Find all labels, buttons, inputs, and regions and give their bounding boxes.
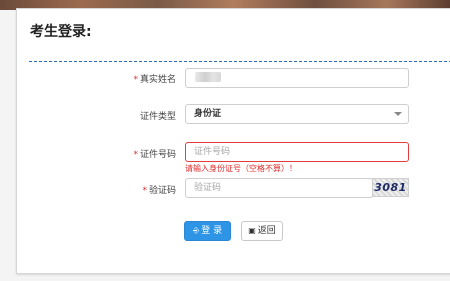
name-value-redacted <box>195 72 221 82</box>
id-number-label: * 证件号码 <box>133 147 176 160</box>
login-button-label: 登 录 <box>201 226 223 236</box>
captcha-input[interactable] <box>185 178 373 198</box>
id-type-label: 证件类型 <box>139 112 176 122</box>
id-type-selected: 身份证 <box>194 109 222 119</box>
chevron-down-icon <box>394 112 402 116</box>
login-panel: 考生登录: <box>16 8 450 274</box>
id-number-input[interactable] <box>185 142 409 162</box>
required-mark: * <box>133 75 138 85</box>
captcha-label-text: 验证码 <box>148 186 176 196</box>
id-type-select[interactable]: 身份证 <box>185 104 409 124</box>
back-button[interactable]: ▣ 返回 <box>241 221 283 241</box>
login-button[interactable]: ⎆ 登 录 <box>184 221 231 241</box>
id-number-label-text: 证件号码 <box>139 150 176 160</box>
back-button-label: 返回 <box>257 226 276 236</box>
binoculars-icon: ▣ <box>248 226 256 235</box>
required-mark: * <box>142 186 147 196</box>
name-label: * 真实姓名 <box>133 72 176 85</box>
login-icon: ⎆ <box>192 226 200 235</box>
id-number-error: 请输入身份证号（空格不算）！ <box>185 164 297 173</box>
captcha-label: * 验证码 <box>142 183 176 196</box>
page-title: 考生登录: <box>30 24 92 40</box>
required-mark: * <box>133 150 138 160</box>
captcha-image[interactable]: 3081 <box>372 178 409 197</box>
section-divider <box>29 61 450 62</box>
name-label-text: 真实姓名 <box>139 75 176 85</box>
